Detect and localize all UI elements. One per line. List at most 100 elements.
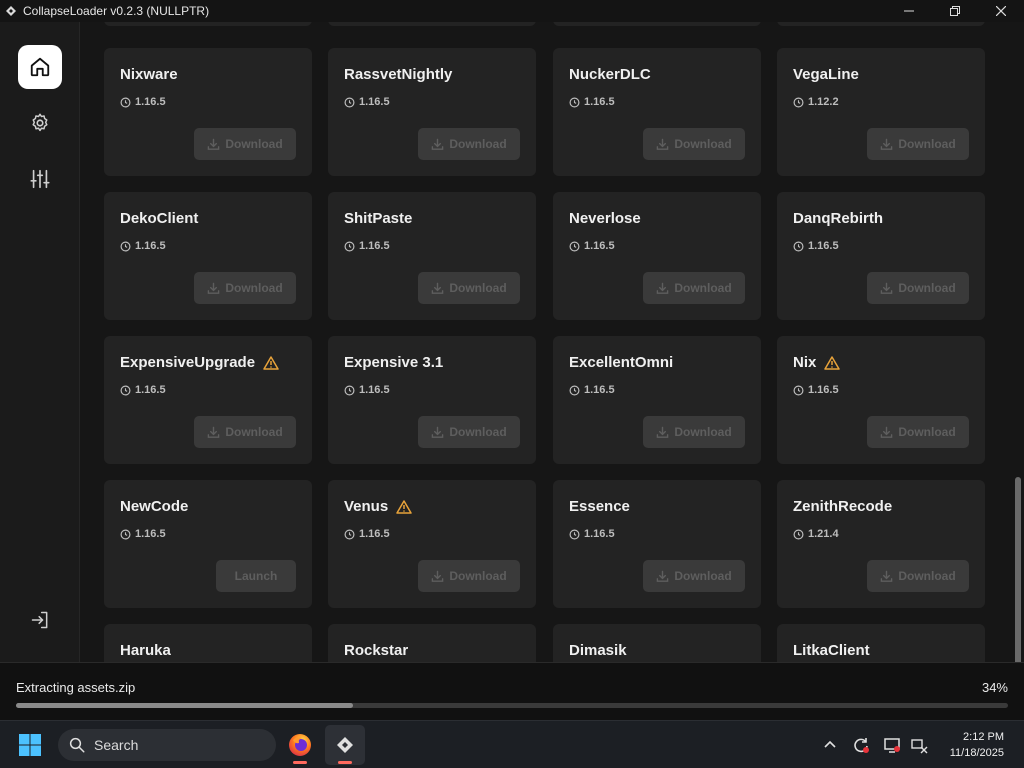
client-version: 1.16.5 xyxy=(344,96,390,108)
search-placeholder: Search xyxy=(94,737,139,753)
client-version-text: 1.16.5 xyxy=(359,96,390,108)
tray-display-icon[interactable] xyxy=(882,735,902,755)
client-version: 1.16.5 xyxy=(120,240,166,252)
client-card[interactable]: Rockstar xyxy=(328,624,536,662)
collapseloader-taskbar-app[interactable] xyxy=(325,725,365,765)
clock-date: 11/18/2025 xyxy=(949,747,1004,759)
sidebar-item-home[interactable] xyxy=(18,45,62,89)
taskbar-clock[interactable]: 2:12 PM 11/18/2025 xyxy=(950,729,1004,761)
client-version-text: 1.16.5 xyxy=(135,384,166,396)
download-button[interactable]: Download xyxy=(418,272,520,304)
client-version: 1.16.5 xyxy=(120,384,166,396)
client-card[interactable]: ExcellentOmni 1.16.5 Download xyxy=(553,336,761,464)
client-card[interactable]: RassvetNightly 1.16.5 Download xyxy=(328,48,536,176)
search-icon xyxy=(69,737,85,753)
button-label: Download xyxy=(898,137,956,151)
client-card[interactable]: ShitPaste 1.16.5 Download xyxy=(328,192,536,320)
download-button[interactable]: Download xyxy=(643,272,745,304)
logout-button[interactable] xyxy=(18,598,62,642)
download-button[interactable]: Download xyxy=(867,272,969,304)
tray-chevron-up-icon[interactable] xyxy=(820,735,840,755)
download-button[interactable]: Download xyxy=(418,416,520,448)
firefox-taskbar-app[interactable] xyxy=(280,725,320,765)
client-card[interactable]: ExpensiveUpgrade 1.16.5 Download xyxy=(104,336,312,464)
card-partial xyxy=(104,22,312,26)
button-label: Download xyxy=(449,281,507,295)
client-name-text: DanqRebirth xyxy=(793,210,883,227)
download-button[interactable]: Download xyxy=(867,416,969,448)
download-icon xyxy=(208,426,220,438)
button-label: Download xyxy=(898,281,956,295)
progress-fill xyxy=(16,703,354,708)
download-button[interactable]: Download xyxy=(418,128,520,160)
download-button[interactable]: Download xyxy=(643,560,745,592)
card-partial xyxy=(777,22,985,26)
warning-icon xyxy=(824,355,841,370)
client-name: RassvetNightly xyxy=(344,66,452,83)
client-name: Dimasik xyxy=(569,642,627,659)
download-icon xyxy=(432,282,444,294)
warning-icon xyxy=(824,355,841,370)
clock-icon xyxy=(569,385,580,395)
client-name-text: DekoClient xyxy=(120,210,199,227)
download-button[interactable]: Download xyxy=(194,272,296,304)
download-button[interactable]: Download xyxy=(867,128,969,160)
button-label: Download xyxy=(898,569,956,583)
clock-icon xyxy=(793,241,804,251)
client-name: DekoClient xyxy=(120,210,198,227)
start-button[interactable] xyxy=(18,733,42,757)
client-card[interactable]: Essence 1.16.5 Download xyxy=(553,480,761,608)
download-button[interactable]: Download xyxy=(418,560,520,592)
minimize-icon xyxy=(904,10,914,12)
download-icon xyxy=(881,282,893,294)
download-button[interactable]: Download xyxy=(643,416,745,448)
clock-icon xyxy=(344,97,355,107)
clock-icon xyxy=(344,529,355,539)
client-name-text: VegaLine xyxy=(793,66,859,83)
sidebar-item-customize[interactable] xyxy=(18,157,62,201)
client-name-text: Dimasik xyxy=(569,642,627,659)
client-card[interactable]: NewCode 1.16.5 Launch xyxy=(104,480,312,608)
close-button[interactable] xyxy=(978,0,1024,22)
client-card[interactable]: Venus 1.16.5 Download xyxy=(328,480,536,608)
button-label: Download xyxy=(449,569,507,583)
scrollbar-thumb[interactable] xyxy=(1015,477,1021,662)
client-card[interactable]: DanqRebirth 1.16.5 Download xyxy=(777,192,985,320)
client-name: ExcellentOmni xyxy=(569,354,673,371)
logout-icon xyxy=(31,611,48,629)
download-button[interactable]: Download xyxy=(194,416,296,448)
client-card[interactable]: VegaLine 1.12.2 Download xyxy=(777,48,985,176)
taskbar-search[interactable]: Search xyxy=(58,729,276,761)
clock-icon xyxy=(120,97,131,107)
progress-panel: Extracting assets.zip 34% xyxy=(0,662,1024,720)
client-card[interactable]: ZenithRecode 1.21.4 Download xyxy=(777,480,985,608)
client-version-text: 1.16.5 xyxy=(359,240,390,252)
client-card[interactable]: Expensive 3.1 1.16.5 Download xyxy=(328,336,536,464)
client-card[interactable]: NuckerDLC 1.16.5 Download xyxy=(553,48,761,176)
client-name: Neverlose xyxy=(569,210,641,227)
download-button[interactable]: Download xyxy=(867,560,969,592)
tray-network-icon[interactable] xyxy=(909,735,929,755)
client-card[interactable]: DekoClient 1.16.5 Download xyxy=(104,192,312,320)
minimize-button[interactable] xyxy=(886,0,932,22)
button-label: Download xyxy=(449,137,507,151)
sidebar-item-settings[interactable] xyxy=(18,101,62,145)
download-button[interactable]: Download xyxy=(194,128,296,160)
client-card[interactable]: Nixware 1.16.5 Download xyxy=(104,48,312,176)
restore-button[interactable] xyxy=(932,0,978,22)
client-name: VegaLine xyxy=(793,66,859,83)
sliders-icon xyxy=(30,169,50,189)
client-version: 1.16.5 xyxy=(344,384,390,396)
client-name: DanqRebirth xyxy=(793,210,883,227)
client-card[interactable]: Haruka xyxy=(104,624,312,662)
client-card[interactable]: Neverlose 1.16.5 Download xyxy=(553,192,761,320)
client-grid: Nixware 1.16.5 Download RassvetNightly 1.16.… xyxy=(81,22,1024,662)
client-version: 1.16.5 xyxy=(569,528,615,540)
launch-button[interactable]: Launch xyxy=(216,560,296,592)
client-card[interactable]: Dimasik xyxy=(553,624,761,662)
clock-icon xyxy=(344,241,355,251)
client-card[interactable]: LitkaClient xyxy=(777,624,985,662)
tray-sync-icon[interactable] xyxy=(851,735,871,755)
download-button[interactable]: Download xyxy=(643,128,745,160)
client-card[interactable]: Nix 1.16.5 Download xyxy=(777,336,985,464)
